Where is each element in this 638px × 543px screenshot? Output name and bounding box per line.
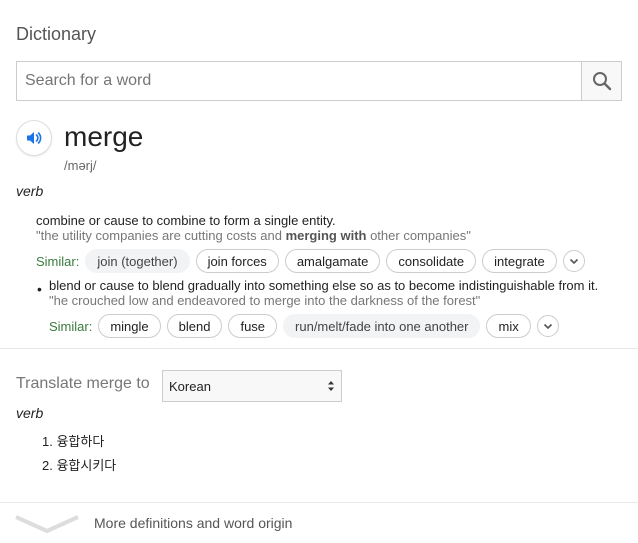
similar-chip[interactable]: mix: [486, 314, 531, 338]
bullet: •: [37, 281, 42, 297]
definition-2: blend or cause to blend gradually into s…: [49, 278, 599, 293]
example-1: "the utility companies are cutting costs…: [36, 228, 471, 243]
headword: merge: [64, 121, 144, 152]
divider: [0, 348, 638, 349]
similar-chip[interactable]: run/melt/fade into one another: [283, 314, 481, 338]
example-2: "he crouched low and endeavored to merge…: [49, 293, 481, 308]
similar-label-2: Similar:: [49, 318, 93, 334]
select-arrows-icon: [328, 381, 334, 391]
similar-label-1: Similar:: [36, 253, 80, 269]
example-1-pre: "the utility companies are cutting costs…: [36, 228, 286, 243]
chevron-down-icon[interactable]: [14, 511, 80, 535]
similar-row-2: Similar: mingle blend fuse run/melt/fade…: [49, 313, 559, 339]
more-definitions-link[interactable]: More definitions and word origin: [94, 515, 292, 531]
search-box: [16, 61, 622, 101]
similar-chip[interactable]: integrate: [482, 249, 557, 273]
similar-chip[interactable]: join (together): [85, 249, 190, 273]
language-select-value: Korean: [169, 378, 211, 394]
search-button[interactable]: [581, 62, 621, 100]
chevron-down-icon: [569, 258, 578, 265]
translation-item: 2. 융합시키다: [42, 458, 117, 473]
pronunciation-button[interactable]: [16, 120, 52, 156]
similar-chip[interactable]: fuse: [228, 314, 278, 338]
search-icon: [592, 72, 611, 91]
translation-item: 1. 융합하다: [42, 434, 105, 449]
similar-chip[interactable]: join forces: [195, 249, 279, 273]
phonetic: /mərj/: [64, 158, 97, 173]
divider: [0, 502, 638, 503]
similar-chip[interactable]: blend: [166, 314, 223, 338]
search-input[interactable]: [17, 62, 581, 100]
expand-similar-button-2[interactable]: [536, 315, 559, 337]
example-1-bold: merging with: [285, 228, 367, 243]
language-select[interactable]: Korean: [162, 370, 342, 402]
translate-label: Translate merge to: [16, 375, 150, 392]
chevron-down-icon: [543, 323, 552, 330]
part-of-speech: verb: [16, 183, 44, 199]
definition-1: combine or cause to combine to form a si…: [36, 213, 336, 228]
example-1-post: other companies": [366, 228, 471, 243]
similar-chip[interactable]: amalgamate: [284, 249, 381, 273]
similar-chip[interactable]: mingle: [98, 314, 161, 338]
similar-chip[interactable]: consolidate: [386, 249, 477, 273]
expand-similar-button-1[interactable]: [562, 250, 585, 272]
speaker-icon: [27, 132, 42, 144]
similar-row-1: Similar: join (together) join forces ama…: [36, 248, 585, 274]
translation-part-of-speech: verb: [16, 405, 44, 421]
dictionary-title: Dictionary: [16, 24, 97, 44]
